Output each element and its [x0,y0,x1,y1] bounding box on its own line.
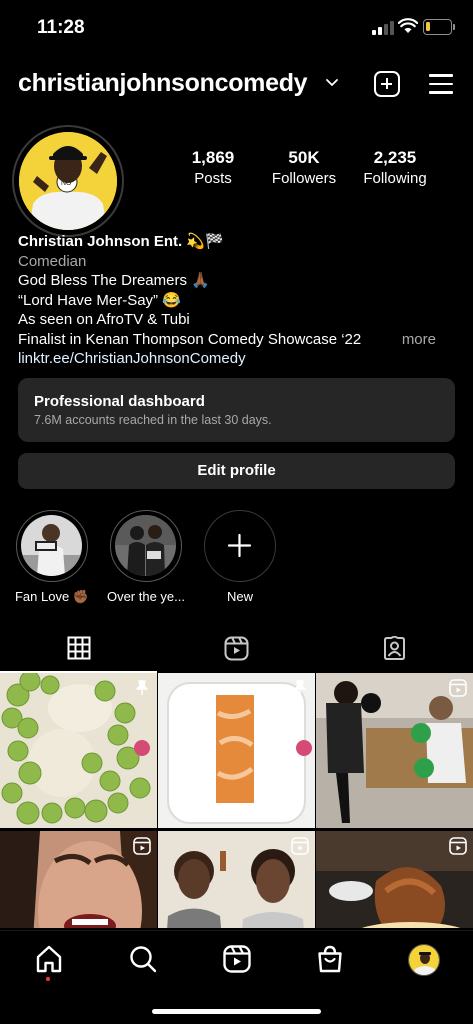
grid-post[interactable] [158,831,315,928]
tab-tagged[interactable] [316,626,473,672]
dashboard-subtitle: 7.6M accounts reached in the last 30 day… [34,413,272,427]
profile-photo: NO [19,132,117,230]
profile-avatar-icon[interactable] [408,944,440,976]
reels-icon [224,636,249,661]
reel-icon [449,679,467,697]
wifi-icon [398,18,418,33]
search-icon[interactable] [128,944,158,974]
cellular-signal-icon [372,21,394,35]
notification-dot [46,977,50,981]
grid-post[interactable] [0,673,157,828]
home-icon[interactable] [34,944,64,974]
highlight-fan-love[interactable]: Fan Love ✊🏾 [7,510,97,605]
category-label: Comedian [18,252,87,270]
display-name: Christian Johnson Ent. 💫🏁 [18,233,224,250]
bio-line: As seen on AfroTV & Tubi [18,311,190,328]
highlight-label: Fan Love ✊🏾 [14,589,89,604]
bio-line: Finalist in Kenan Thompson Comedy Showca… [18,330,362,348]
profile-bio: Christian Johnson Ent. 💫🏁 Comedian God B… [18,232,458,369]
grid-post[interactable] [316,831,473,928]
profile-tabs [0,626,473,673]
dashboard-title: Professional dashboard [34,393,205,410]
bio-line: God Bless The Dreamers 🙏🏾 [18,272,210,289]
status-bar: 11:28 [0,0,473,56]
pinned-icon [294,680,306,695]
posts-value: 1,869 [191,148,235,167]
tab-posts-grid[interactable] [0,626,157,673]
edit-profile-button[interactable]: Edit profile [18,453,455,489]
home-indicator [152,1009,321,1014]
status-time: 11:28 [37,17,85,38]
profile-avatar[interactable]: NO [12,125,124,237]
pinned-icon [136,680,148,695]
following-value: 2,235 [373,148,417,167]
tab-reels[interactable] [158,626,315,672]
reel-icon [291,837,309,855]
profile-header: christianjohnsoncomedy [0,66,473,106]
posts-label: Posts [194,170,232,187]
username-switcher[interactable]: christianjohnsoncomedy [18,69,308,98]
bio-line: “Lord Have Mer-Say” 😂 [18,291,181,309]
highlight-new[interactable]: New [195,510,285,604]
plus-square-icon[interactable] [374,71,400,97]
posts-count[interactable]: 1,869 Posts [180,148,246,187]
highlight-label: Over the ye... [106,589,186,604]
highlight-thumbnail [115,515,176,576]
followers-label: Followers [271,170,337,187]
grid-icon [67,636,91,660]
hamburger-menu-icon[interactable] [429,73,453,95]
chevron-down-icon[interactable] [325,78,339,88]
tagged-person-icon [384,636,405,660]
shop-icon[interactable] [315,944,345,974]
grid-post[interactable] [316,673,473,828]
bio-website-link[interactable]: linktr.ee/ChristianJohnsonComedy [18,349,458,369]
grid-post[interactable] [0,831,157,928]
highlight-label: New [226,589,253,604]
following-count[interactable]: 2,235 Following [356,148,434,187]
followers-count[interactable]: 50K Followers [266,148,342,187]
professional-dashboard[interactable]: Professional dashboard 7.6M accounts rea… [18,378,455,442]
reel-icon [133,837,151,855]
posts-grid [0,673,473,928]
bio-more-link[interactable]: more [402,330,436,350]
highlight-thumbnail [21,515,82,576]
highlight-over-the-years[interactable]: Over the ye... [101,510,191,604]
battery-icon [423,19,452,35]
grid-post[interactable] [158,673,315,828]
plus-icon [227,533,252,558]
reel-icon [449,837,467,855]
followers-value: 50K [288,148,320,167]
following-label: Following [363,170,427,187]
reels-icon[interactable] [222,944,252,974]
